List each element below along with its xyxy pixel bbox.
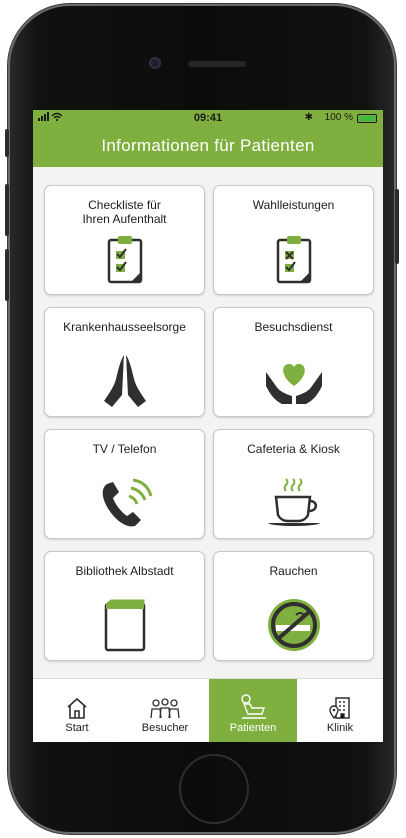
mute-switch (5, 129, 9, 157)
coffee-cup-icon (214, 476, 373, 530)
page-title: Informationen für Patienten (33, 127, 383, 167)
earpiece-speaker (188, 61, 246, 67)
tile-label: Krankenhausseelsorge (63, 320, 186, 334)
tile-label: Besuchsdienst (254, 320, 333, 334)
patient-icon (209, 690, 297, 720)
visitors-icon (121, 690, 209, 720)
tab-label: Besucher (141, 722, 189, 734)
tile-library[interactable]: Bibliothek Albstadt (44, 551, 205, 661)
battery-icon (357, 114, 377, 123)
clipboard-options-icon (214, 232, 373, 286)
home-button[interactable] (179, 754, 249, 824)
tab-clinic[interactable]: Klinik (297, 679, 383, 742)
tab-label: Start (65, 722, 89, 734)
tab-label: Klinik (326, 722, 354, 734)
volume-up-button (5, 184, 9, 236)
front-camera (149, 57, 161, 69)
book-icon (45, 598, 204, 652)
battery-percent: 100 % (324, 112, 353, 123)
tab-label: Patienten (229, 722, 277, 734)
tile-label: Wahlleistungen (252, 198, 335, 212)
tile-label: Checkliste für Ihren Aufenthalt (82, 198, 167, 226)
tile-smoking[interactable]: Rauchen (213, 551, 374, 661)
praying-hands-icon (45, 354, 204, 408)
status-bar: 09:41 ✱ 100 % (33, 110, 383, 127)
tile-checklist[interactable]: Checkliste für Ihren Aufenthalt (44, 185, 205, 295)
clipboard-checklist-icon (45, 232, 204, 286)
no-smoking-icon (214, 598, 373, 652)
tab-start[interactable]: Start (33, 679, 121, 742)
tile-label: Cafeteria & Kiosk (247, 442, 340, 456)
volume-down-button (5, 249, 9, 301)
tile-tv-phone[interactable]: TV / Telefon (44, 429, 205, 539)
app-screen: 09:41 ✱ 100 % Informationen für Patiente… (33, 110, 383, 742)
tile-cafeteria[interactable]: Cafeteria & Kiosk (213, 429, 374, 539)
heart-in-hands-icon (214, 354, 373, 408)
power-button (395, 189, 399, 264)
tile-label: Bibliothek Albstadt (75, 564, 174, 578)
tile-visiting-service[interactable]: Besuchsdienst (213, 307, 374, 417)
tile-chaplaincy[interactable]: Krankenhausseelsorge (44, 307, 205, 417)
tile-label: Rauchen (269, 564, 318, 578)
bluetooth-icon: ✱ (304, 112, 313, 123)
phone-ringing-icon (45, 476, 204, 530)
tab-patients[interactable]: Patienten (209, 679, 297, 742)
tile-optional-services[interactable]: Wahlleistungen (213, 185, 374, 295)
hospital-icon (297, 690, 383, 720)
tab-bar: Start Besucher Patienten Klinik (33, 678, 383, 742)
tile-label: TV / Telefon (92, 442, 157, 456)
tab-visitors[interactable]: Besucher (121, 679, 209, 742)
home-icon (33, 690, 121, 720)
